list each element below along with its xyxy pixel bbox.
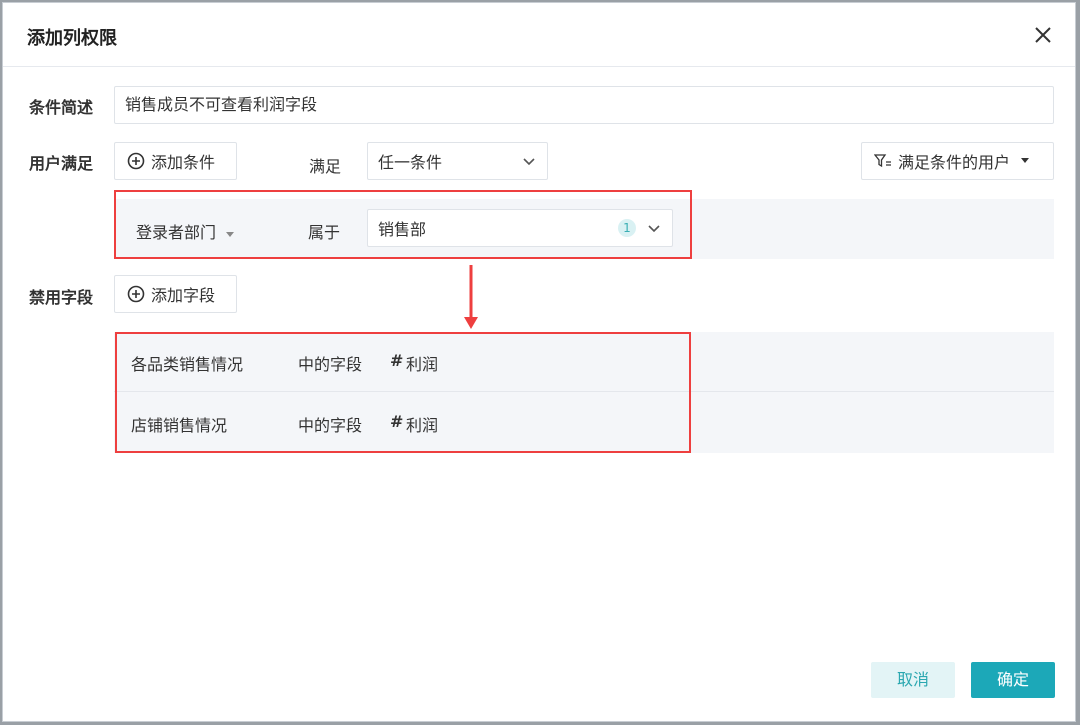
department-value: 销售部	[378, 216, 618, 240]
chevron-down-icon	[646, 220, 662, 236]
user-condition-label: 用户满足	[29, 150, 93, 174]
relation-text: 中的字段	[298, 351, 362, 375]
plus-circle-icon	[127, 152, 145, 170]
table-name: 各品类销售情况	[131, 351, 243, 375]
dialog-title: 添加列权限	[27, 24, 117, 50]
relation-text: 中的字段	[298, 412, 362, 436]
qualified-users-button[interactable]: 满足条件的用户	[861, 142, 1054, 180]
selected-count-badge: 1	[618, 219, 636, 237]
field-name: 利润	[406, 412, 438, 436]
plus-circle-icon	[127, 285, 145, 303]
add-condition-label: 添加条件	[151, 149, 215, 173]
condition-operator: 属于	[308, 219, 340, 243]
match-select[interactable]: 任一条件	[367, 142, 548, 180]
table-row: 店铺销售情况 中的字段 # 利润	[114, 393, 1054, 453]
filter-icon	[874, 153, 892, 169]
caret-down-icon	[225, 230, 235, 238]
table-row: 各品类销售情况 中的字段 # 利润	[114, 332, 1054, 392]
add-field-label: 添加字段	[151, 282, 215, 306]
add-column-permission-dialog: 添加列权限 条件简述 销售成员不可查看利润字段 用户满足 添加条件 满足 任一条…	[2, 2, 1076, 722]
field-name: 利润	[406, 351, 438, 375]
condition-field-label: 登录者部门	[136, 223, 216, 242]
description-label: 条件简述	[29, 94, 93, 118]
hash-icon: #	[390, 412, 403, 431]
description-input[interactable]: 销售成员不可查看利润字段	[114, 86, 1054, 124]
table-name: 店铺销售情况	[131, 412, 227, 436]
down-arrow-icon	[463, 265, 479, 331]
department-select[interactable]: 销售部 1	[367, 209, 673, 247]
qualified-users-label: 满足条件的用户	[898, 149, 1010, 173]
disabled-fields-table: 各品类销售情况 中的字段 # 利润 店铺销售情况 中的字段 # 利润	[114, 332, 1054, 453]
match-label: 满足	[309, 153, 341, 177]
caret-down-icon	[1020, 157, 1030, 165]
chevron-down-icon	[521, 153, 537, 169]
match-select-value: 任一条件	[378, 149, 521, 173]
cancel-button[interactable]: 取消	[871, 662, 955, 698]
hash-icon: #	[390, 351, 403, 370]
add-condition-button[interactable]: 添加条件	[114, 142, 237, 180]
dialog-header: 添加列权限	[3, 3, 1075, 67]
condition-field[interactable]: 登录者部门	[136, 219, 235, 243]
confirm-button[interactable]: 确定	[971, 662, 1055, 698]
disabled-fields-label: 禁用字段	[29, 284, 93, 308]
add-field-button[interactable]: 添加字段	[114, 275, 237, 313]
close-icon[interactable]	[1031, 23, 1055, 47]
condition-row: 登录者部门 属于 销售部 1	[114, 199, 1054, 259]
